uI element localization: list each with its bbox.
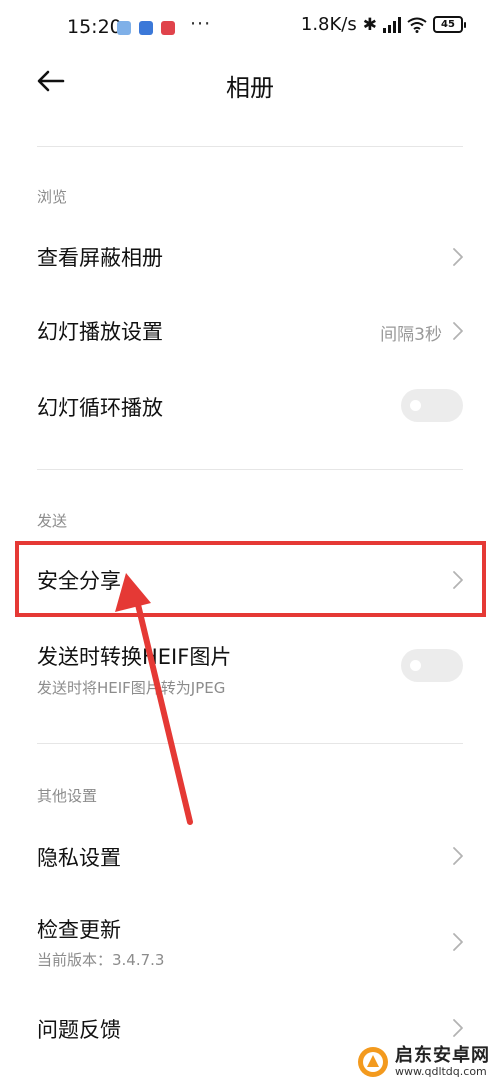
battery-level: 45 [433,16,463,33]
status-indicators: 1.8K/s ✱ 45 [301,14,466,35]
watermark: 启东安卓网 www.qdltdq.com [357,1046,490,1078]
watermark-name: 启东安卓网 [395,1044,490,1066]
chevron-right-icon [453,248,463,266]
chevron-right-icon [453,322,463,340]
network-speed: 1.8K/s [300,14,357,35]
divider [37,146,463,147]
chevron-right-icon [453,1019,463,1037]
status-time: 15:20 [67,16,122,38]
divider [37,469,463,470]
page-title: 相册 [226,74,274,102]
slideshow-interval-value: 间隔3秒 [380,325,442,345]
row-title: 检查更新 [37,918,121,942]
current-version: 当前版本：3.4.7.3 [37,951,165,969]
row-title: 发送时转换HEIF图片 [37,645,232,669]
chevron-right-icon [453,933,463,951]
convert-heif-toggle[interactable] [401,649,463,682]
row-title: 幻灯循环播放 [37,396,163,420]
divider [37,743,463,744]
section-header-other: 其他设置 [37,787,98,805]
app-notification-icon [139,21,153,35]
section-header-send: 发送 [37,512,68,530]
chevron-right-icon [453,571,463,589]
slideshow-loop-row: 幻灯循环播放 [0,370,500,440]
row-title: 查看屏蔽相册 [37,246,163,270]
app-notification-icon [161,21,175,35]
row-subtitle: 发送时将HEIF图片转为JPEG [37,679,226,697]
battery-icon: 45 [433,16,466,33]
row-title: 幻灯播放设置 [37,320,163,344]
slideshow-loop-toggle[interactable] [401,389,463,422]
watermark-logo-icon [358,1047,388,1077]
privacy-settings-row[interactable]: 隐私设置 [0,822,500,888]
wifi-icon [407,17,427,33]
toggle-knob [410,660,421,671]
section-header-browse: 浏览 [37,188,68,206]
row-title: 安全分享 [37,569,121,593]
check-update-row[interactable]: 检查更新 当前版本：3.4.7.3 [0,898,500,988]
more-notifications-icon: ··· [190,13,212,35]
status-bar: 15:20 ··· 1.8K/s ✱ 45 [0,0,500,60]
watermark-url: www.qdltdq.com [395,1064,487,1078]
cellular-signal-icon [383,16,401,33]
slideshow-settings-row[interactable]: 幻灯播放设置 间隔3秒 [0,296,500,366]
app-header: 相册 [0,58,500,108]
convert-heif-row: 发送时转换HEIF图片 发送时将HEIF图片转为JPEG [0,625,500,715]
row-title: 问题反馈 [37,1018,121,1042]
secure-share-row[interactable]: 安全分享 [0,545,500,615]
toggle-knob [410,400,421,411]
chevron-right-icon [453,847,463,865]
row-title: 隐私设置 [37,846,121,870]
notification-app-icons [117,21,175,35]
view-hidden-albums-row[interactable]: 查看屏蔽相册 [0,224,500,290]
bluetooth-icon: ✱ [362,14,377,35]
app-notification-icon [117,21,131,35]
